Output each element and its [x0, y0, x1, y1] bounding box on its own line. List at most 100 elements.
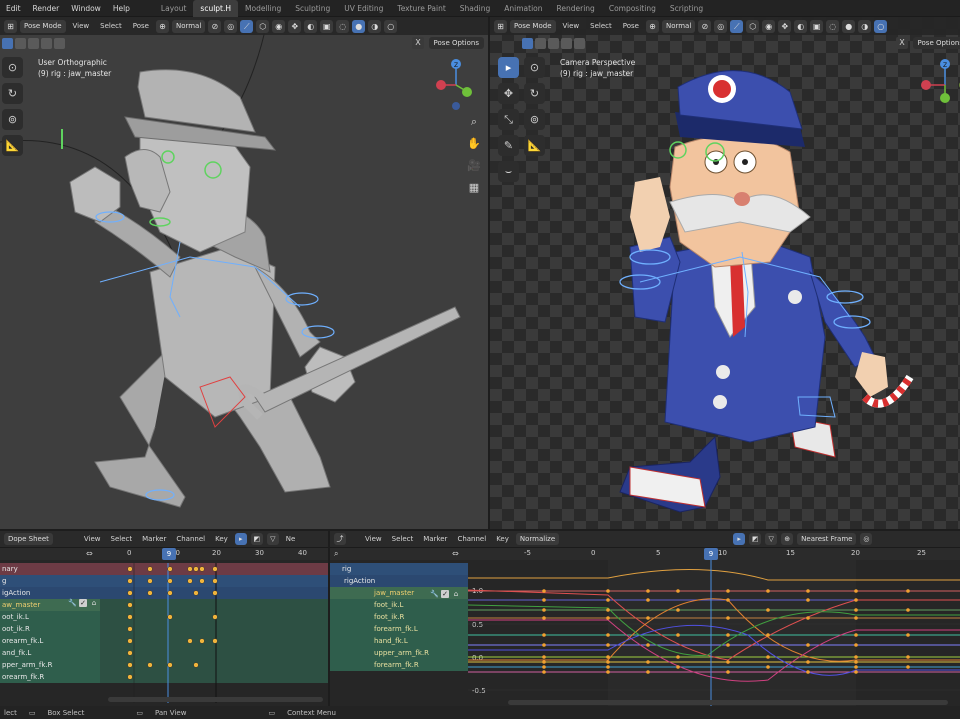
select-subtract-icon[interactable] [28, 37, 39, 49]
channel-hand-fk-l[interactable]: and_fk.L [0, 647, 100, 659]
menu-marker[interactable]: Marker [420, 535, 450, 543]
proportional-icon[interactable]: ◎ [860, 533, 873, 545]
snapping-select[interactable]: Nearest Frame [797, 533, 857, 545]
mode-select[interactable]: Pose Mode [20, 19, 66, 33]
menu-channel[interactable]: Channel [454, 535, 489, 543]
graph-channel-foot-ik-l[interactable]: foot_ik.L [330, 599, 468, 611]
menu-window[interactable]: Window [65, 0, 107, 17]
current-frame-indicator[interactable]: 9 [704, 548, 718, 560]
zoom-icon[interactable]: ⌕ [466, 114, 482, 130]
checkbox-icon[interactable]: ✓ [441, 590, 449, 598]
swap-icon[interactable]: ⇔ [86, 549, 93, 558]
rendered-shading-icon[interactable]: ○ [874, 19, 888, 33]
transform-pivot-icon[interactable]: ⊕ [155, 19, 169, 33]
solid-shading-icon[interactable]: ● [842, 19, 856, 33]
perspective-grid-icon[interactable]: ▦ [466, 180, 482, 196]
pan-icon[interactable]: ✋ [466, 136, 482, 152]
pivot-icon[interactable]: ⊕ [781, 533, 794, 545]
select-extend-icon[interactable] [15, 37, 26, 49]
wireframe-shading-icon[interactable]: ◌ [826, 19, 840, 33]
viewport-right[interactable]: ⊞ Pose Mode View Select Pose ⊕ Normal ⊘ … [490, 17, 960, 529]
menu-select[interactable]: Select [586, 22, 616, 30]
solid-shading-icon[interactable]: ● [352, 19, 366, 33]
navigation-gizmo[interactable]: Z [915, 57, 960, 117]
menu-help[interactable]: Help [107, 0, 136, 17]
wrench-icon[interactable]: 🔧 [430, 590, 439, 598]
channel-foot-ik-r[interactable]: oot_ik.R [0, 623, 100, 635]
viewport-left[interactable]: ⊞ Pose Mode View Select Pose ⊕ Normal ⊘ … [0, 17, 488, 529]
transform-pivot-icon[interactable]: ⊕ [645, 19, 659, 33]
graph-channel-forearm-fk-l[interactable]: forearm_fk.L [330, 623, 468, 635]
menu-select[interactable]: Select [108, 535, 136, 543]
graph-frame-ruler[interactable]: -5 0 5 10 15 20 25 9 [468, 548, 960, 560]
lock-icon[interactable]: ⌂ [452, 590, 460, 598]
tab-sculpting[interactable]: Sculpting [288, 0, 337, 17]
proportional-icon[interactable]: ◎ [714, 19, 728, 33]
measure-tool-icon[interactable]: 📐 [524, 135, 545, 156]
menu-channel[interactable]: Channel [173, 535, 208, 543]
annotate-tool-icon[interactable]: ✎ [498, 135, 519, 156]
swap-icon[interactable]: ⇔ [452, 549, 459, 558]
current-frame-indicator[interactable]: 9 [162, 548, 176, 560]
menu-render[interactable]: Render [27, 0, 66, 17]
auto-key-icon[interactable]: ⟋ [730, 19, 744, 33]
menu-select[interactable]: Select [96, 22, 126, 30]
select-invert-icon[interactable] [41, 37, 52, 49]
graph-horizontal-scrollbar[interactable] [508, 700, 948, 705]
pose-options-dropdown[interactable]: Pose Options [428, 37, 484, 49]
snap-icon[interactable]: ⊘ [208, 19, 222, 33]
visibility-icon[interactable]: ◉ [272, 19, 286, 33]
snap-icon[interactable]: ⊘ [698, 19, 712, 33]
graph-editor-type-icon[interactable]: ⤴ [334, 533, 346, 545]
tab-shading[interactable]: Shading [453, 0, 497, 17]
mirror-x-icon[interactable]: X [412, 37, 424, 49]
menu-view[interactable]: View [362, 535, 385, 543]
tab-texture-paint[interactable]: Texture Paint [390, 0, 452, 17]
graph-curve-area[interactable]: 1.0 0.5 0.0 -0.5 [468, 560, 960, 706]
graph-channel-upper-arm-fk-r[interactable]: upper_arm_fk.R [330, 647, 468, 659]
tab-animation[interactable]: Animation [497, 0, 549, 17]
normalize-toggle[interactable]: Normalize [515, 533, 560, 545]
rotate-tool-icon[interactable]: ↻ [2, 83, 23, 104]
select-box-tool-icon[interactable]: ▸ [498, 57, 519, 78]
scale-tool-icon[interactable]: ⤡ [498, 109, 519, 130]
camera-view-icon[interactable]: 🎥 [466, 158, 482, 174]
tab-uv-editing[interactable]: UV Editing [337, 0, 390, 17]
tab-modelling[interactable]: Modelling [238, 0, 288, 17]
show-hidden-icon[interactable]: ◩ [250, 533, 263, 545]
orientation-select[interactable]: Normal [661, 19, 696, 33]
xray-icon[interactable]: ▣ [810, 19, 824, 33]
overlays-icon[interactable]: ◐ [304, 19, 318, 33]
lock-icon[interactable]: ⌂ [90, 599, 98, 607]
menu-view[interactable]: View [81, 535, 104, 543]
tab-rendering[interactable]: Rendering [550, 0, 602, 17]
rendered-shading-icon[interactable]: ○ [384, 19, 398, 33]
auto-key-icon[interactable]: ⟋ [240, 19, 254, 33]
select-intersect-icon[interactable] [54, 37, 65, 49]
channel-forearm-fk-r[interactable]: orearm_fk.R [0, 671, 100, 683]
editor-type-icon[interactable]: ⊞ [494, 19, 507, 33]
menu-key[interactable]: Key [212, 535, 231, 543]
material-shading-icon[interactable]: ◑ [858, 19, 872, 33]
only-selected-icon[interactable]: ▸ [733, 533, 746, 545]
navigation-gizmo[interactable]: Z [426, 57, 486, 117]
graph-channel-hand-fk-l[interactable]: hand_fk.L [330, 635, 468, 647]
select-subtract-icon[interactable] [548, 37, 559, 49]
dope-sheet-mode-select[interactable]: Dope Sheet [4, 533, 53, 545]
graph-channel-foot-ik-r[interactable]: foot_ik.R [330, 611, 468, 623]
dope-frame-ruler[interactable]: 0 10 20 30 40 9 [100, 548, 328, 560]
measure-tool-icon[interactable]: 📐 [2, 135, 23, 156]
tab-layout[interactable]: Layout [154, 0, 194, 17]
material-shading-icon[interactable]: ◑ [368, 19, 382, 33]
menu-select[interactable]: Select [389, 535, 417, 543]
filter-icon[interactable]: ▽ [765, 533, 778, 545]
editor-type-icon[interactable]: ⊞ [4, 19, 17, 33]
show-hidden-icon[interactable]: ◩ [749, 533, 762, 545]
select-extend-icon[interactable] [535, 37, 546, 49]
menu-view[interactable]: View [559, 22, 584, 30]
filter-icon[interactable]: ▽ [266, 533, 279, 545]
wrench-icon[interactable]: 🔧 [68, 599, 77, 607]
tab-sculpt-h[interactable]: sculpt.H [193, 0, 239, 17]
mirror-x-icon[interactable]: X [896, 37, 908, 49]
select-intersect-icon[interactable] [574, 37, 585, 49]
